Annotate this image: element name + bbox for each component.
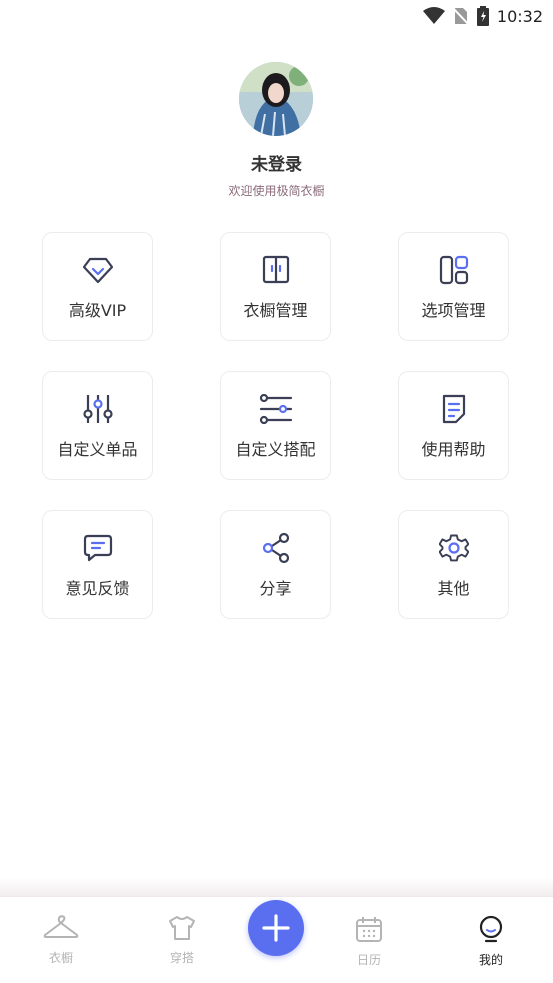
menu-item-options[interactable]: 选项管理 [398,232,509,341]
menu-item-label: 意见反馈 [65,578,130,598]
menu-item-custom-item[interactable]: 自定义单品 [42,371,153,480]
avatar[interactable] [239,62,313,136]
filter-lines-icon [259,392,293,426]
menu-item-label: 使用帮助 [421,439,486,459]
profile-subtitle: 欢迎使用极简衣橱 [228,184,325,198]
menu-item-share[interactable]: 分享 [220,510,331,619]
document-icon [437,392,471,426]
menu-item-label: 分享 [259,578,292,598]
message-icon [81,531,115,565]
menu-item-label: 自定义单品 [57,439,138,459]
menu-item-label: 衣橱管理 [243,300,308,320]
plus-icon [262,914,290,942]
add-button[interactable] [248,900,304,956]
menu-item-vip[interactable]: 高级VIP [42,232,153,341]
tab-label: 我的 [478,953,503,967]
no-sim-icon [452,7,469,26]
profile-icon [479,915,503,943]
sliders-icon [81,392,115,426]
battery-icon [476,6,489,26]
menu-item-help[interactable]: 使用帮助 [398,371,509,480]
menu-item-label: 其他 [437,578,470,598]
status-bar: 10:32 [0,0,553,32]
share-icon [259,531,293,565]
gear-icon [437,531,471,565]
layout-icon [437,253,471,287]
profile-name[interactable]: 未登录 [0,150,553,175]
shirt-icon [169,916,195,940]
tab-calendar[interactable]: 日历 [329,915,409,968]
status-time: 10:32 [496,6,543,26]
hanger-icon [43,915,79,938]
tab-label: 日历 [356,953,381,967]
tab-wardrobe[interactable]: 衣橱 [21,915,101,966]
tab-outfit[interactable]: 穿搭 [142,915,222,966]
menu-item-label: 自定义搭配 [235,439,316,459]
menu-item-custom-outfit[interactable]: 自定义搭配 [220,371,331,480]
tab-label: 衣橱 [48,951,73,965]
menu-item-other[interactable]: 其他 [398,510,509,619]
menu-item-label: 选项管理 [421,300,486,320]
diamond-icon [81,253,115,287]
menu-item-feedback[interactable]: 意见反馈 [42,510,153,619]
tab-label: 穿搭 [169,951,194,965]
wifi-icon [422,7,445,24]
tab-profile[interactable]: 我的 [451,915,531,968]
wardrobe-icon [259,253,293,287]
menu-item-wardrobe[interactable]: 衣橱管理 [220,232,331,341]
calendar-icon [356,917,382,942]
menu-item-label: 高级VIP [68,300,127,320]
